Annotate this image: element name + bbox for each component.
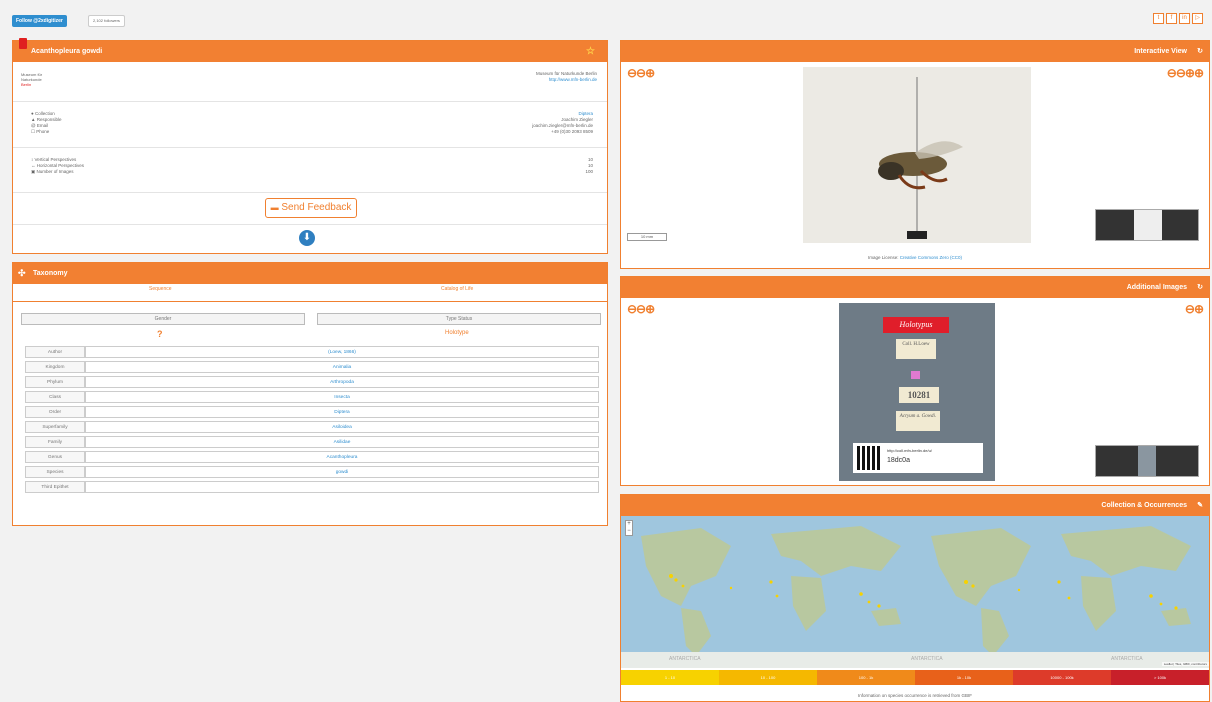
- collection-label: Coll. H.Loew: [896, 339, 936, 359]
- image-license: Image License: Creative Commons Zero (CC…: [867, 255, 963, 260]
- tab-catalog-of-life[interactable]: Catalog of Life: [441, 286, 473, 292]
- zoom-in-button[interactable]: +: [626, 521, 632, 528]
- thumbnail-navigator[interactable]: [1095, 209, 1199, 241]
- map-footer: Information on species occurrence is ret…: [857, 693, 973, 698]
- taxonomy-header: ✣ Taxonomy: [13, 263, 607, 284]
- institution-link[interactable]: http://www.mfn-berlin.de: [536, 77, 597, 83]
- twitter-follow-button[interactable]: Follow @2xdigitizer: [12, 15, 67, 27]
- specimen-image[interactable]: [803, 67, 1031, 243]
- linkedin-icon[interactable]: in: [1179, 13, 1190, 24]
- interactive-view-panel: Interactive View ↻ ⊖⊖⊕ ⊖⊖⊕⊕ 10 mm Image …: [620, 40, 1210, 269]
- legend-item: 1k - 10k: [915, 670, 1013, 685]
- legend-item: > 100k: [1111, 670, 1209, 685]
- specimen-title: Acanthopleura gowdi: [31, 48, 103, 55]
- additional-images-panel: Additional Images ↻ ⊖⊖⊕ ⊖⊕ Holotypus Col…: [620, 276, 1210, 486]
- license-link[interactable]: Creative Commons Zero (CC0): [900, 255, 962, 260]
- map-antarctica-label: ANTARCTICA: [669, 656, 701, 662]
- refresh-icon[interactable]: ↻: [1197, 41, 1203, 62]
- zoom-controls[interactable]: ⊖⊖⊕: [627, 302, 655, 316]
- qr-label: http://coll.mfn-berlin.de/u/ 18dc0a: [853, 443, 983, 473]
- holotypus-label: Holotypus: [883, 317, 949, 333]
- map-header: Collection & Occurrences ✎: [621, 495, 1209, 516]
- zoom-controls[interactable]: ⊖⊖⊕: [627, 66, 655, 80]
- follower-count: 2,102 followers: [88, 15, 125, 27]
- type-status-button[interactable]: Type Status: [317, 313, 601, 325]
- legend-item: 10000 - 100k: [1013, 670, 1111, 685]
- qr-code-icon: [857, 446, 881, 470]
- number-label: 10281: [899, 387, 939, 403]
- share-icon[interactable]: ▷: [1192, 13, 1203, 24]
- species-label: Acryum a. Gowdi.: [896, 411, 940, 431]
- refresh-icon[interactable]: ↻: [1197, 277, 1203, 298]
- legend-item: 1 - 10: [621, 670, 719, 685]
- institution-logo: Museum für Naturkunde Berlin: [21, 72, 43, 87]
- table-row: Kingdom Animalia: [25, 361, 599, 373]
- gender-value: ?: [157, 329, 163, 339]
- tab-sequence[interactable]: Sequence: [149, 286, 172, 292]
- occurrence-legend: 1 - 10 10 - 100 100 - 1k 1k - 10k 10000 …: [621, 670, 1209, 685]
- thumbnail-navigator[interactable]: [1095, 445, 1199, 477]
- map-antarctica-label: ANTARCTICA: [1111, 656, 1143, 662]
- map-antarctica-label: ANTARCTICA: [911, 656, 943, 662]
- download-cloud-icon[interactable]: ⬇: [299, 230, 315, 246]
- table-row: Species gowdi: [25, 466, 599, 478]
- taxonomy-table: Author (Loew, 1866) Kingdom Animalia Phylu…: [25, 343, 599, 496]
- top-bar: Follow @2xdigitizer 2,102 followers t f …: [0, 0, 1212, 36]
- next-previous-controls[interactable]: ⊖⊕: [1185, 302, 1204, 316]
- table-row: Superfamily Asiloidea: [25, 421, 599, 433]
- bookmark-icon: [19, 38, 27, 49]
- specimen-panel: Acanthopleura gowdi ☆ Museum für Naturku…: [12, 38, 608, 254]
- comment-icon: ▬: [270, 203, 279, 212]
- stat-images: ▣ Number of Images 100: [31, 169, 593, 174]
- fly-specimen-icon: [878, 77, 963, 239]
- tree-icon: ✣: [18, 268, 26, 278]
- map-zoom-control[interactable]: + −: [625, 520, 633, 536]
- collection-occurrences-panel: Collection & Occurrences ✎ ANTARCTICA AN…: [620, 494, 1210, 702]
- additional-images-header: Additional Images ↻: [621, 277, 1209, 298]
- specimen-header: Acanthopleura gowdi ☆: [13, 38, 607, 62]
- type-status-value: Holotype: [445, 330, 469, 336]
- interactive-view-header: Interactive View ↻: [621, 41, 1209, 62]
- facebook-icon[interactable]: f: [1166, 13, 1177, 24]
- world-map-icon: ANTARCTICA ANTARCTICA ANTARCTICA: [621, 526, 1209, 668]
- rotation-controls[interactable]: ⊖⊖⊕⊕: [1167, 66, 1204, 80]
- scale-bar: 10 mm: [627, 233, 667, 241]
- table-row: Third Epithet: [25, 481, 599, 493]
- send-feedback-button[interactable]: ▬ Send Feedback: [265, 198, 357, 218]
- pencil-icon[interactable]: ✎: [1197, 495, 1203, 516]
- table-row: Class Insecta: [25, 391, 599, 403]
- info-phone: ☐ Phone +49 (0)30 2093 8509: [31, 129, 593, 134]
- table-row: Order Diptera: [25, 406, 599, 418]
- twitter-icon[interactable]: t: [1153, 13, 1164, 24]
- star-icon[interactable]: ☆: [586, 41, 595, 62]
- table-row: Author (Loew, 1866): [25, 346, 599, 358]
- legend-item: 100 - 1k: [817, 670, 915, 685]
- legend-item: 10 - 100: [719, 670, 817, 685]
- table-row: Phylum Arthropoda: [25, 376, 599, 388]
- zoom-out-button[interactable]: −: [626, 528, 632, 535]
- table-row: Genus Acanthopleura: [25, 451, 599, 463]
- label-image[interactable]: Holotypus Coll. H.Loew 10281 Acryum a. G…: [839, 303, 995, 481]
- occurrence-map[interactable]: ANTARCTICA ANTARCTICA ANTARCTICA + − Lea…: [621, 516, 1209, 668]
- table-row: Family Asilidae: [25, 436, 599, 448]
- taxonomy-panel: ✣ Taxonomy Sequence Catalog of Life Gend…: [12, 262, 608, 526]
- map-attribution: Leaflet | Tiles, GBIF, contributors: [1161, 662, 1209, 666]
- gender-button[interactable]: Gender: [21, 313, 305, 325]
